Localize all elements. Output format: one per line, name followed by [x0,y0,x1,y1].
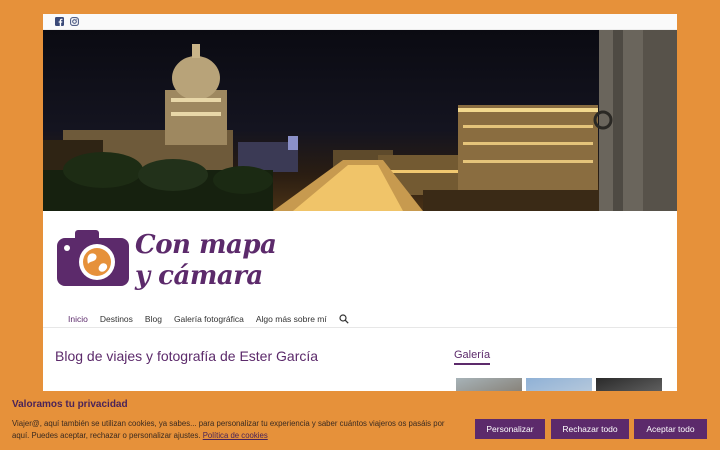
accept-all-button[interactable]: Aceptar todo [634,419,707,439]
customize-button[interactable]: Personalizar [475,419,545,439]
site-title-line1: Con mapa [135,230,277,260]
cookie-title: Valoramos tu privacidad [12,399,128,410]
main-navigation: Inicio Destinos Blog Galería fotográfica… [43,310,677,328]
search-icon[interactable] [339,313,349,324]
nav-item-inicio[interactable]: Inicio [68,314,88,324]
nav-item-algo-mas[interactable]: Algo más sobre mí [256,314,327,324]
city-skyline-illustration [43,30,677,211]
site-title: Con mapa y cámara [135,230,277,292]
cookie-banner: Valoramos tu privacidad Viajer@, aquí ta… [0,391,720,450]
cookie-message: Viajer@, aquí también se utilizan cookie… [12,418,462,442]
nav-item-galeria[interactable]: Galería fotográfica [174,314,244,324]
instagram-icon[interactable] [70,17,79,26]
sidebar-gallery-title: Galería [454,349,491,365]
site-title-line2: y cámara [135,261,263,291]
header-image-havana-night [43,30,677,211]
facebook-icon[interactable] [55,17,64,26]
nav-item-blog[interactable]: Blog [145,314,162,324]
page-title: Blog de viajes y fotografía de Ester Gar… [55,348,319,364]
site-logo[interactable]: Con mapa y cámara [57,228,277,292]
nav-item-destinos[interactable]: Destinos [100,314,133,324]
reject-all-button[interactable]: Rechazar todo [551,419,629,439]
cookie-policy-link[interactable]: Política de cookies [203,431,268,440]
camera-globe-icon [57,230,129,286]
social-bar [43,14,677,30]
site-container: Con mapa y cámara Inicio Destinos Blog G… [43,14,677,450]
